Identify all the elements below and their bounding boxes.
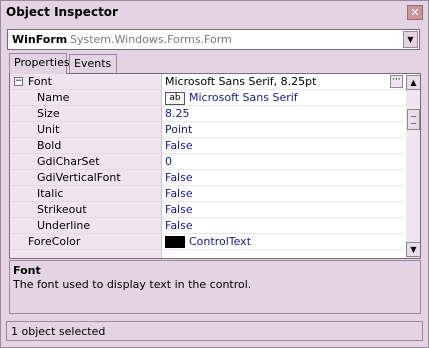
property-value[interactable]: Microsoft Sans Serif <box>189 91 298 104</box>
vertical-scrollbar[interactable]: ▲ ▼ <box>406 75 420 258</box>
property-name: Size <box>37 107 60 120</box>
scroll-thumb[interactable] <box>407 109 420 130</box>
property-value[interactable]: False <box>165 171 193 184</box>
status-bar: 1 object selected <box>6 321 423 341</box>
description-panel: Font The font used to display text in th… <box>9 260 421 314</box>
property-value[interactable]: False <box>165 187 193 200</box>
property-value[interactable]: Microsoft Sans Serif, 8.25pt <box>165 75 316 88</box>
property-name: ForeColor <box>28 235 81 248</box>
status-text: 1 object selected <box>11 325 106 338</box>
property-row-italic[interactable]: Italic False <box>10 186 405 202</box>
object-type: System.Windows.Forms.Form <box>70 33 232 46</box>
object-inspector-window: Object Inspector ✕ WinForm System.Window… <box>0 0 429 348</box>
scroll-up-icon[interactable]: ▲ <box>406 75 420 90</box>
property-value[interactable]: Point <box>165 123 192 136</box>
property-grid: − Font Microsoft Sans Serif, 8.25pt ··· … <box>9 73 421 259</box>
tab-events[interactable]: Events <box>69 54 117 73</box>
property-row-font[interactable]: − Font Microsoft Sans Serif, 8.25pt ··· <box>10 74 405 90</box>
tab-properties[interactable]: Properties <box>9 53 70 74</box>
property-value[interactable]: False <box>165 219 193 232</box>
ellipsis-button[interactable]: ··· <box>390 75 403 88</box>
property-row-underline[interactable]: Underline False <box>10 218 405 234</box>
property-row-name[interactable]: Name ab Microsoft Sans Serif <box>10 90 405 106</box>
property-name: Italic <box>37 187 64 200</box>
property-row-strikeout[interactable]: Strikeout False <box>10 202 405 218</box>
property-name: GdiCharSet <box>37 155 100 168</box>
property-name: Name <box>37 91 70 104</box>
property-name: Font <box>28 75 52 88</box>
title-bar: Object Inspector ✕ <box>2 2 427 23</box>
property-row-gdicharset[interactable]: GdiCharSet 0 <box>10 154 405 170</box>
description-text: The font used to display text in the con… <box>13 278 252 291</box>
property-name: Unit <box>37 123 60 136</box>
object-selector-dropdown[interactable]: WinForm System.Windows.Forms.Form ▼ <box>7 29 420 50</box>
property-value[interactable]: False <box>165 203 193 216</box>
font-preview-icon: ab <box>165 92 185 105</box>
property-value[interactable]: False <box>165 139 193 152</box>
property-row-forecolor[interactable]: ForeColor ControlText <box>10 234 405 250</box>
property-row-unit[interactable]: Unit Point <box>10 122 405 138</box>
property-row-bold[interactable]: Bold False <box>10 138 405 154</box>
property-value[interactable]: 8.25 <box>165 107 190 120</box>
property-row-partial <box>10 250 405 258</box>
property-value[interactable]: ControlText <box>189 235 251 248</box>
color-swatch-icon <box>165 236 185 248</box>
property-row-size[interactable]: Size 8.25 <box>10 106 405 122</box>
object-name: WinForm <box>12 33 68 46</box>
property-row-gdiverticalfont[interactable]: GdiVerticalFont False <box>10 170 405 186</box>
close-icon[interactable]: ✕ <box>407 5 423 20</box>
collapse-icon[interactable]: − <box>14 77 23 86</box>
scroll-down-icon[interactable]: ▼ <box>406 242 420 257</box>
property-name: Strikeout <box>37 203 87 216</box>
property-name: Bold <box>37 139 62 152</box>
chevron-down-icon[interactable]: ▼ <box>403 31 418 48</box>
property-name: Underline <box>37 219 91 232</box>
window-title: Object Inspector <box>6 5 118 19</box>
property-value[interactable]: 0 <box>165 155 172 168</box>
description-title: Font <box>13 264 41 277</box>
property-name: GdiVerticalFont <box>37 171 121 184</box>
